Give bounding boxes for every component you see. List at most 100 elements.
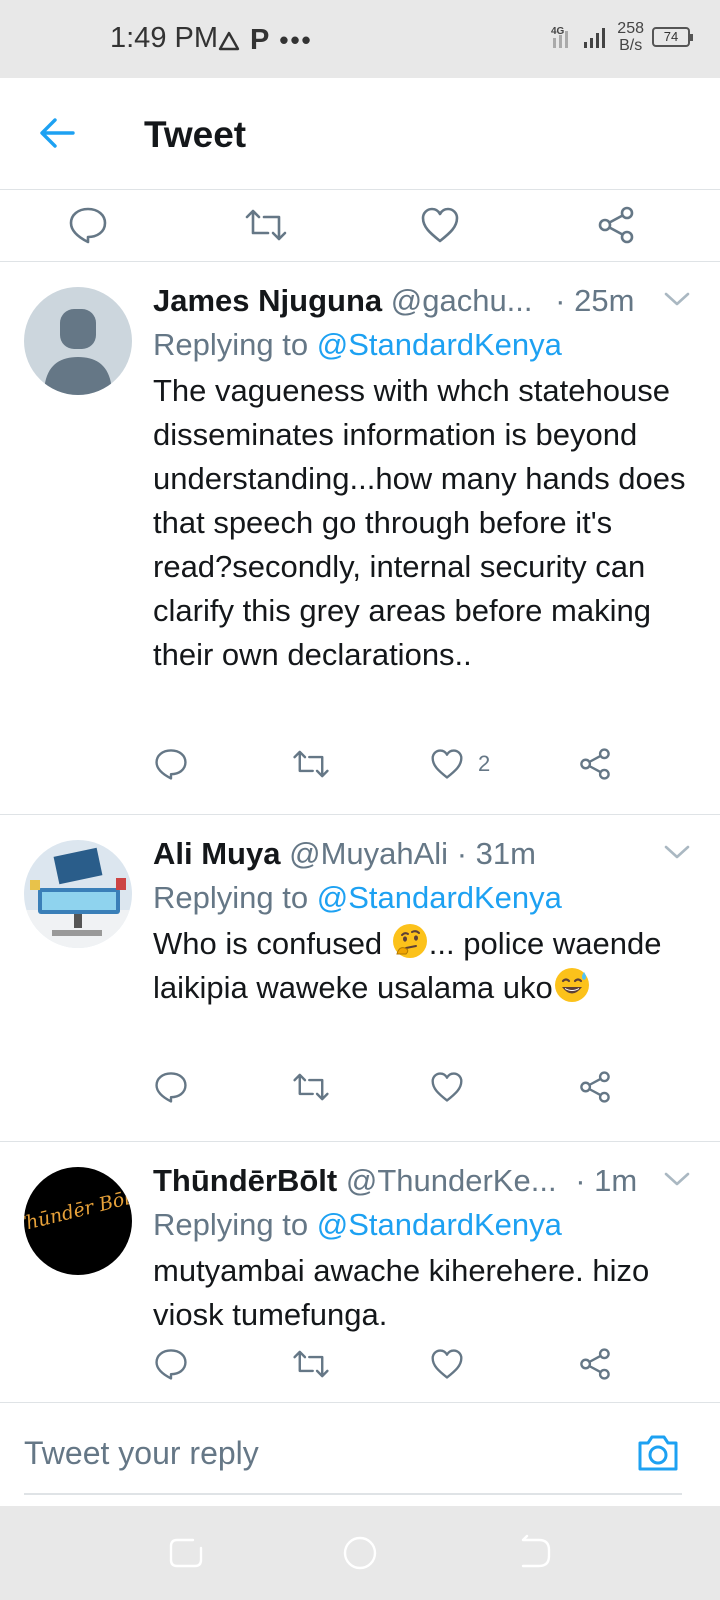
tweet-actions [0,1339,720,1389]
reply-button[interactable] [154,739,188,789]
more-notifications-icon: ••• [279,25,313,55]
retweet-button[interactable] [244,200,288,250]
signal-4g-icon: 4G [551,26,569,48]
retweet-icon [245,209,287,241]
camera-button[interactable] [634,1429,682,1477]
reply-button[interactable] [68,200,108,250]
page-title: Tweet [144,114,247,155]
status-bar: 1:49 PM P ••• 4G 258 B/s 74 [0,0,720,78]
like-button[interactable] [430,1062,464,1112]
p-app-icon: P [250,24,270,56]
grinning-sweat-emoji-icon [554,968,589,1002]
tweet-time: · 31m [456,836,536,871]
avatar[interactable] [24,287,132,395]
network-speed-unit: B/s [619,37,643,54]
avatar[interactable] [24,840,132,948]
replying-to: Replying to @StandardKenya [153,876,690,920]
display-name[interactable]: James Njuguna [153,283,382,318]
heart-icon [431,749,463,779]
camera-icon [638,1435,678,1471]
reply-icon [155,1072,187,1103]
retweet-icon [293,750,329,778]
reply-button[interactable] [154,1062,188,1112]
display-name[interactable]: Ali Muya [153,836,280,871]
share-icon [580,1348,610,1380]
chevron-down-icon[interactable] [664,844,690,860]
arrow-left-icon [40,118,75,148]
reply-button[interactable] [154,1339,188,1389]
reply-tweet[interactable]: Ali Muya @MuyahAli · 31m Replying to @St… [0,816,720,1142]
warning-triangle-icon [218,31,240,50]
reply-input[interactable]: Tweet your reply [24,1423,682,1495]
network-speed-value: 258 [617,20,644,37]
reply-composer: Tweet your reply [0,1402,720,1506]
retweet-icon [293,1350,329,1378]
retweet-button[interactable] [292,1339,330,1389]
back-button[interactable] [32,108,82,158]
status-system-icons: 4G 258 B/s 74 [549,20,693,54]
replying-to-label: Replying to [153,880,317,915]
heart-icon [431,1349,463,1379]
tweet-header: Ali Muya @MuyahAli · 31m [153,832,690,876]
like-button[interactable]: 2 [430,739,490,789]
tweet-text: The vagueness with whch statehouse disse… [153,373,686,672]
status-notification-icons: P ••• [218,24,313,57]
reply-icon [155,749,187,780]
back-nav-icon [521,1534,551,1568]
retweet-icon [293,1073,329,1101]
heart-icon [421,207,459,243]
user-handle[interactable]: @gachu... [391,283,533,318]
share-icon [598,206,634,244]
share-icon [580,748,610,780]
replying-to-label: Replying to [153,327,317,362]
network-speed: 258 B/s [617,20,644,54]
display-name[interactable]: ThūndērBōlt [153,1163,337,1198]
tweet-actions: 2 [0,739,720,789]
thunderbolt-avatar-icon: Thūndēr Bōlt [24,1167,132,1275]
like-count: 2 [478,751,491,776]
original-tweet-actions [0,192,720,262]
recents-icon [169,1538,203,1568]
chevron-down-icon[interactable] [664,1171,690,1187]
replying-to: Replying to @StandardKenya [153,323,690,367]
retweet-button[interactable] [292,739,330,789]
user-handle[interactable]: @MuyahAli [289,836,448,871]
tweet-time: · 1m [575,1163,638,1198]
user-handle[interactable]: @ThunderKe... [346,1163,557,1198]
share-button[interactable] [578,1339,612,1389]
mention-link[interactable]: @StandardKenya [317,880,562,915]
mention-link[interactable]: @StandardKenya [317,327,562,362]
svg-text:4G: 4G [551,26,565,37]
tweet-header: ThūndērBōlt @ThunderKe... · 1m [153,1159,690,1203]
reply-tweet[interactable]: Thūndēr Bōlt ThūndērBōlt @ThunderKe... ·… [0,1143,720,1402]
reply-placeholder: Tweet your reply [24,1435,259,1471]
share-button[interactable] [578,1062,612,1112]
home-circle-icon [343,1536,377,1570]
like-button[interactable] [430,1339,464,1389]
reply-icon [155,1349,187,1380]
home-button[interactable] [337,1530,383,1576]
reply-icon [69,207,107,244]
app-header: Tweet [0,78,720,190]
back-nav-button[interactable] [511,1530,557,1576]
like-button[interactable] [420,200,460,250]
chevron-down-icon[interactable] [664,291,690,307]
tweet-text: mutyambai awache kiherehere. hizo viosk … [153,1253,650,1332]
system-nav-bar [0,1506,720,1600]
battery-icon: 74 [652,27,693,47]
retweet-button[interactable] [292,1062,330,1112]
replying-to: Replying to @StandardKenya [153,1203,690,1247]
recents-button[interactable] [163,1530,209,1576]
status-time: 1:49 PM [110,22,218,54]
avatar[interactable]: Thūndēr Bōlt [24,1167,132,1275]
signal-bars-icon [584,28,606,48]
tweet-time: · 25m [555,283,635,318]
mention-link[interactable]: @StandardKenya [317,1207,562,1242]
reply-tweet[interactable]: James Njuguna @gachu... · 25m Replying t… [0,263,720,815]
tweet-header: James Njuguna @gachu... · 25m [153,279,690,323]
heart-icon [431,1072,463,1102]
thinking-face-emoji-icon [392,924,427,958]
share-button[interactable] [578,739,612,789]
share-button[interactable] [596,200,636,250]
tweet-text: Who is confused ... police waende laikip… [153,922,690,1010]
